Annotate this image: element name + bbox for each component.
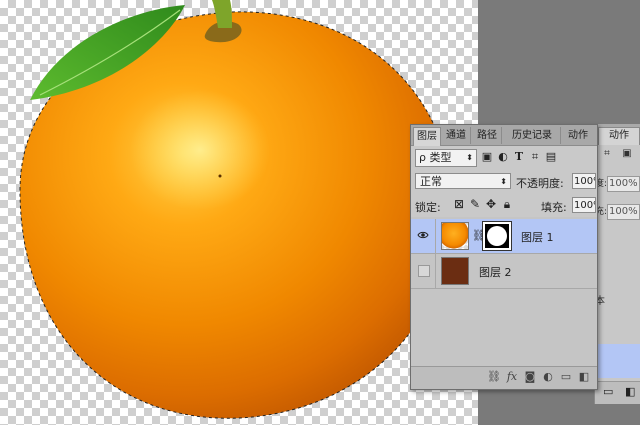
- chevron-down-icon: ⬍: [500, 177, 507, 186]
- secondary-fill-field[interactable]: 100%: [607, 204, 640, 220]
- folder-icon[interactable]: ▭: [603, 385, 613, 398]
- lock-label: 锁定:: [415, 201, 441, 214]
- layer-list: ⛓ 图层 1 图层 2: [411, 217, 597, 367]
- secondary-toolbar: ⌗ ▣: [597, 148, 640, 159]
- transform-icon[interactable]: ⌗: [597, 148, 617, 159]
- adjustment-layer-icon[interactable]: ◐: [539, 370, 557, 383]
- blend-mode-select[interactable]: 正常 ⬍: [415, 173, 511, 189]
- secondary-panel: 动作 ⌗ ▣ 度: 100% 充: 100% 本 ▭ ◧: [594, 124, 640, 404]
- layer-row[interactable]: ⛓ 图层 1: [411, 219, 597, 254]
- opacity-label: 不透明度:: [516, 177, 564, 190]
- secondary-panel-tabs: 动作: [595, 124, 640, 145]
- divider: [435, 219, 436, 253]
- save-icon[interactable]: ▣: [617, 148, 637, 159]
- lock-icons: ⊠ ✎ ✥ 🔒︎: [451, 197, 515, 212]
- new-layer-icon[interactable]: ◧: [575, 370, 593, 383]
- lock-all-icon[interactable]: 🔒︎: [499, 197, 515, 212]
- adjustment-filter-icon[interactable]: ◐: [495, 150, 511, 163]
- link-layers-icon[interactable]: ⛓: [485, 370, 503, 383]
- orange-image: [19, 0, 454, 419]
- fill-field[interactable]: 100%: [572, 197, 596, 213]
- tab-actions-secondary[interactable]: 动作: [598, 127, 640, 145]
- layer-kind-filter[interactable]: ρ 类型 ⬍: [415, 149, 477, 167]
- fill-label: 填充:: [541, 201, 567, 214]
- smart-object-filter-icon[interactable]: ▤: [543, 150, 559, 163]
- secondary-selected-row[interactable]: [595, 344, 640, 378]
- lock-row: 锁定: ⊠✎✥🔒︎ 填充: 100%: [411, 194, 597, 218]
- lock-image-pixels-icon[interactable]: ✎: [467, 197, 483, 211]
- layer-row[interactable]: 图层 2: [411, 254, 597, 289]
- secondary-opacity-field[interactable]: 100%: [607, 176, 640, 192]
- new-layer-icon-secondary[interactable]: ◧: [625, 385, 635, 398]
- shape-filter-icon[interactable]: ⌗: [527, 150, 543, 164]
- type-filter-icon[interactable]: T: [511, 150, 527, 163]
- secondary-panel-footer: ▭ ◧: [595, 381, 640, 404]
- tab-layers[interactable]: 图层: [413, 127, 441, 146]
- tab-actions[interactable]: 动作: [563, 127, 593, 144]
- fx-icon[interactable]: fx: [503, 370, 521, 383]
- add-mask-icon[interactable]: ◙: [521, 370, 539, 383]
- secondary-layer-text: 本: [595, 296, 605, 307]
- layer-name[interactable]: 图层 2: [479, 264, 512, 280]
- divider: [435, 254, 436, 288]
- secondary-fill-row: 充: 100%: [595, 204, 640, 220]
- eye-icon[interactable]: [417, 229, 429, 241]
- document-canvas[interactable]: [0, 0, 478, 425]
- kind-filter-label: ρ 类型: [419, 151, 452, 164]
- layer-mask-thumbnail[interactable]: [482, 221, 512, 251]
- layers-panel-footer: ⛓ fx ◙ ◐ ▭ ◧: [411, 366, 597, 389]
- layer-thumbnail[interactable]: [441, 222, 469, 250]
- layer-thumbnail[interactable]: [441, 257, 469, 285]
- secondary-opacity-row: 度: 100%: [595, 176, 640, 192]
- image-filter-icon[interactable]: ▣: [479, 150, 495, 163]
- lock-position-icon[interactable]: ✥: [483, 197, 499, 211]
- footer-icons: ⛓ fx ◙ ◐ ▭ ◧: [485, 370, 593, 383]
- panel-tabs: 图层 通道 路径 历史记录 动作: [411, 125, 597, 146]
- visibility-toggle-empty[interactable]: [418, 265, 430, 277]
- blend-row: 正常 ⬍ 不透明度: 100%: [411, 170, 597, 194]
- layers-panel: 图层 通道 路径 历史记录 动作 ρ 类型 ⬍ ▣ ◐ T ⌗ ▤ 正常 ⬍ 不透明度:…: [410, 124, 598, 390]
- filter-icons: ▣ ◐ T ⌗ ▤: [479, 150, 559, 164]
- chevron-down-icon: ⬍: [466, 153, 473, 162]
- new-group-icon[interactable]: ▭: [557, 370, 575, 383]
- lock-transparent-pixels-icon[interactable]: ⊠: [451, 197, 467, 211]
- filter-row: ρ 类型 ⬍ ▣ ◐ T ⌗ ▤: [411, 146, 597, 170]
- opacity-field[interactable]: 100%: [572, 173, 596, 189]
- tab-channels[interactable]: 通道: [442, 127, 471, 144]
- tab-history[interactable]: 历史记录: [504, 127, 561, 144]
- tab-paths[interactable]: 路径: [473, 127, 502, 144]
- blend-mode-value: 正常: [420, 175, 442, 188]
- layer-name[interactable]: 图层 1: [521, 229, 554, 245]
